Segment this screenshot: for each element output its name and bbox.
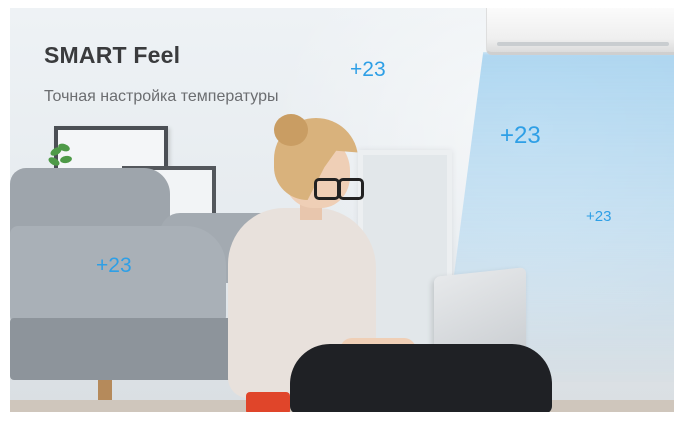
- banner-title: SMART Feel: [44, 42, 181, 68]
- banner-frame: SMART Feel Точная настройка температуры …: [0, 0, 683, 422]
- red-mug: [246, 392, 290, 412]
- air-conditioner-vent: [497, 42, 669, 46]
- hero-photo: SMART Feel Точная настройка температуры …: [10, 8, 674, 412]
- air-conditioner-unit: [486, 8, 674, 55]
- woman-hair-bun: [274, 114, 308, 146]
- banner-subtitle: Точная настройка температуры: [44, 88, 279, 105]
- temperature-label: +23: [586, 208, 612, 225]
- temperature-label: +23: [96, 254, 132, 277]
- glasses: [314, 178, 364, 200]
- temperature-label: +23: [500, 122, 541, 149]
- temperature-label: +23: [350, 58, 386, 81]
- woman-legs: [290, 344, 552, 412]
